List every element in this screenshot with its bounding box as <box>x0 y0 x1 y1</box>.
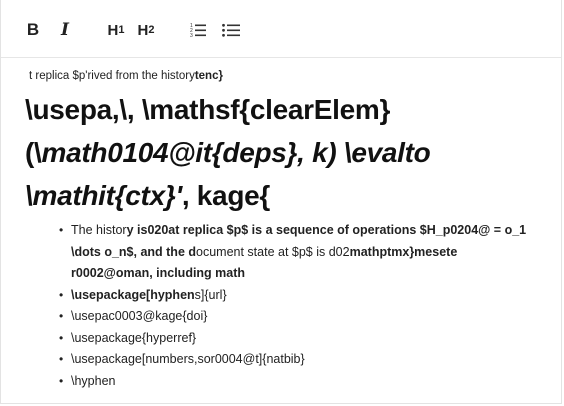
list-item: \usepackage[hyphens]{url} <box>57 285 537 307</box>
ordered-list-button[interactable]: 1 2 3 <box>190 20 206 40</box>
paragraph-text: t replica $p'rived from the history <box>29 70 195 82</box>
heading-1: \usepa,\, \mathsf{clearElem} (\math0104@… <box>25 88 545 217</box>
heading-1-button[interactable]: H1 <box>104 20 128 40</box>
heading-line-2: (\math0104@it{deps}, k) \evalto <box>25 131 545 174</box>
unordered-list-button[interactable] <box>222 20 240 40</box>
italic-button[interactable]: I <box>57 20 73 40</box>
heading-2-label: H <box>137 21 149 39</box>
rich-text-editor: B I H1 H2 1 2 3 t replica $p'rived from … <box>0 0 562 404</box>
svg-text:3: 3 <box>190 33 193 38</box>
heading-1-level: 1 <box>118 24 125 36</box>
ordered-list-icon: 1 2 3 <box>190 23 206 38</box>
heading-1-label: H <box>107 21 119 39</box>
list-item-text: \usepac0003@kage{doi} <box>71 309 208 323</box>
heading-line-2-italic: math0104@it{deps}, k) \evalto <box>41 137 431 168</box>
heading-line-3-end: , kage{ <box>181 180 270 211</box>
list-item-text: s]{url} <box>194 287 227 302</box>
heading-line-3: \mathit{ctx}', kage{ <box>25 174 545 217</box>
list-item-text: \hyphen <box>71 373 116 388</box>
list-item: \usepac0003@kage{doi} <box>57 306 537 328</box>
list-item: \usepackage[numbers,sor0004@t]{natbib} <box>57 349 537 371</box>
list-item-bold-text: \usepackage[hyphen <box>71 287 195 302</box>
list-item: \usepackage{hyperref} <box>57 328 537 350</box>
heading-2-level: 2 <box>148 24 155 36</box>
unordered-list-icon <box>222 23 240 37</box>
list-item: \hyphen <box>57 371 537 393</box>
list-item-text: The histor <box>71 223 127 237</box>
paragraph: t replica $p'rived from the historytenc} <box>29 70 223 82</box>
list-item-text: \usepackage[numbers,sor0004@t]{natbib} <box>71 352 305 366</box>
bullet-list: The history is020at replica $p$ is a seq… <box>57 220 537 392</box>
formatting-toolbar: B I H1 H2 1 2 3 <box>1 0 561 58</box>
heading-2-button[interactable]: H2 <box>134 20 158 40</box>
heading-line-1: \usepa,\, \mathsf{clearElem} <box>25 94 391 125</box>
paragraph-bold-text: tenc} <box>194 70 223 82</box>
heading-line-2-start: (\ <box>25 137 42 168</box>
heading-line-3-italic: \mathit{ctx}' <box>25 180 182 211</box>
list-item-text: \usepackage{hyperref} <box>71 330 197 345</box>
list-item: The history is020at replica $p$ is a seq… <box>57 220 537 285</box>
bold-button[interactable]: B <box>25 20 41 40</box>
list-item-text: ocument state at $p$ is d02 <box>196 244 350 259</box>
